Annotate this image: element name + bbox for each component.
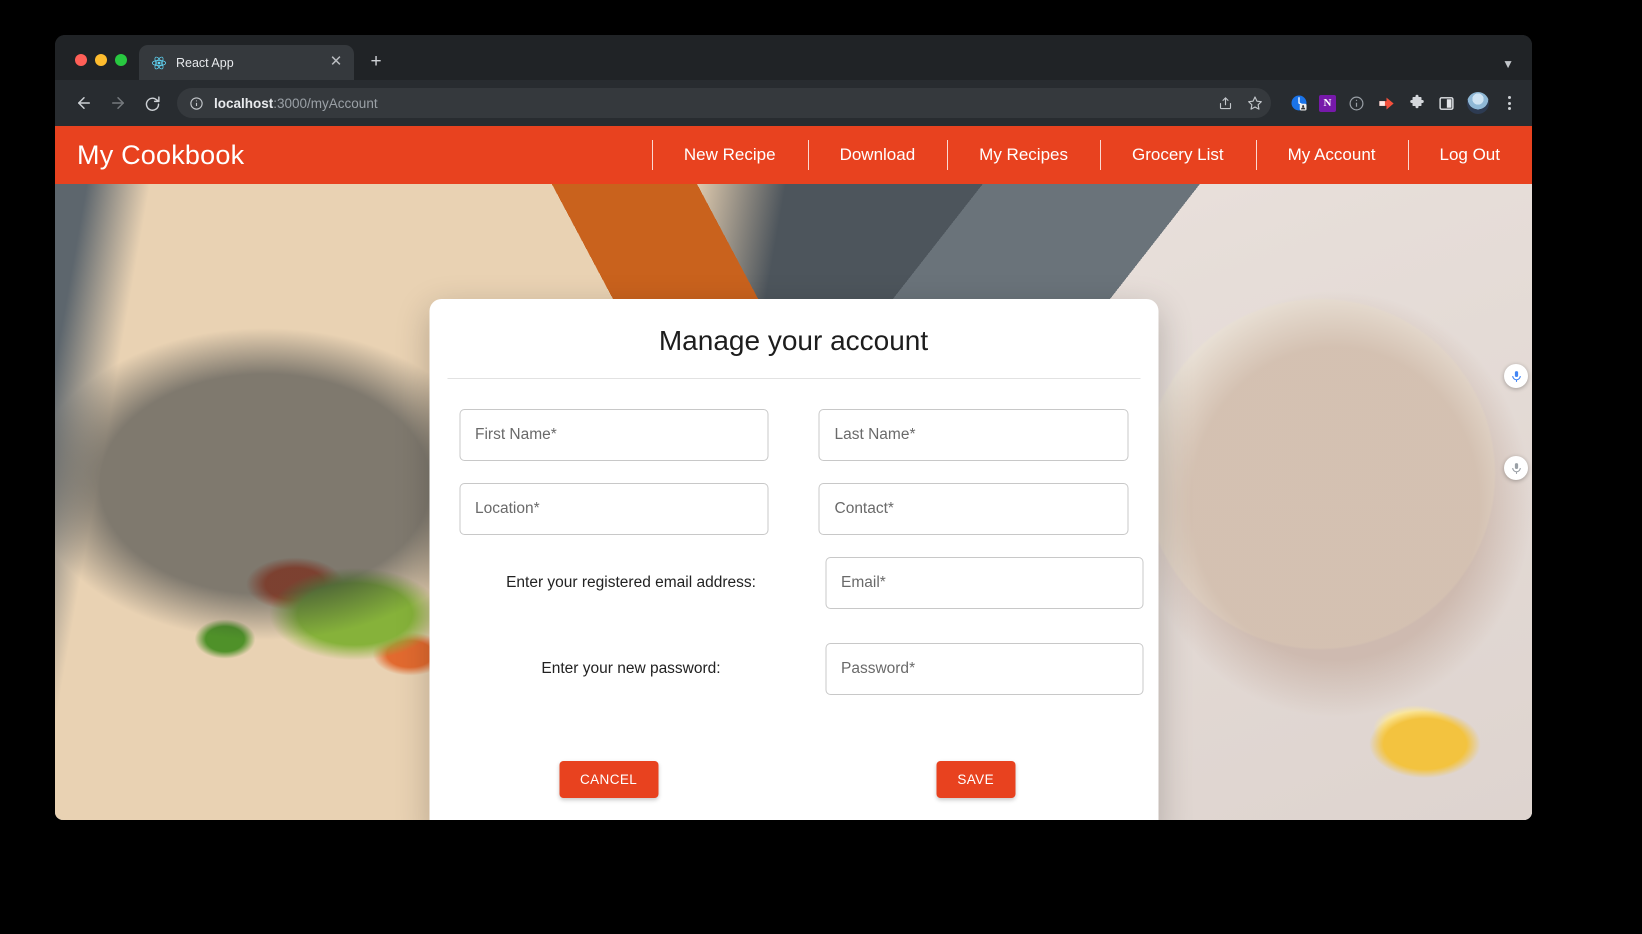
microphone-icon[interactable] (1504, 364, 1528, 388)
manage-account-card: Manage your account First Name* Last Nam… (429, 299, 1158, 820)
email-input[interactable]: Email* (825, 557, 1143, 609)
location-input[interactable]: Location* (459, 483, 769, 535)
last-name-input[interactable]: Last Name* (818, 409, 1128, 461)
nav-link-log-out[interactable]: Log Out (1408, 145, 1533, 165)
password-row: Enter your new password: Password* (459, 643, 1143, 695)
red-arrow-icon[interactable] (1377, 94, 1396, 113)
contact-placeholder: Contact* (834, 500, 894, 517)
contact-input[interactable]: Contact* (818, 483, 1128, 535)
url-path: :3000/myAccount (273, 95, 378, 111)
tab-strip: React App ✕ + ▼ (55, 35, 1532, 80)
save-button[interactable]: SAVE (936, 761, 1015, 798)
tab-title: React App (176, 55, 234, 70)
browser-toolbar: localhost:3000/myAccount N (55, 80, 1532, 126)
location-placeholder: Location* (475, 500, 540, 517)
url-host: localhost (214, 95, 274, 111)
page-viewport: My Cookbook New Recipe Download My Recip… (55, 126, 1532, 820)
email-label: Enter your registered email address: (506, 574, 756, 591)
email-row: Enter your registered email address: Ema… (459, 557, 1143, 609)
address-bar[interactable]: localhost:3000/myAccount (177, 88, 1271, 118)
cancel-button[interactable]: CANCEL (559, 761, 659, 798)
close-icon[interactable]: ✕ (328, 54, 344, 71)
react-logo-icon (151, 55, 167, 71)
info-circle-icon[interactable] (189, 96, 205, 111)
onenote-icon[interactable]: N (1319, 94, 1336, 112)
window-traffic-lights (55, 54, 139, 80)
nav-link-download[interactable]: Download (808, 145, 948, 165)
omnibox-actions (1218, 88, 1263, 118)
account-form: First Name* Last Name* Location* Contact… (429, 379, 1158, 695)
extension-blue-badge-icon[interactable] (1289, 94, 1308, 113)
password-label: Enter your new password: (541, 660, 721, 677)
page-title: Manage your account (658, 325, 929, 356)
new-tab-button[interactable]: + (362, 48, 390, 76)
last-name-placeholder: Last Name* (834, 426, 916, 443)
location-contact-row: Location* Contact* (459, 483, 1128, 535)
puzzle-piece-icon[interactable] (1407, 94, 1426, 113)
name-row: First Name* Last Name* (459, 409, 1128, 461)
nav-link-my-recipes[interactable]: My Recipes (947, 145, 1100, 165)
browser-tab[interactable]: React App ✕ (139, 45, 354, 80)
star-icon[interactable] (1247, 95, 1263, 111)
forward-button[interactable] (103, 88, 133, 118)
first-name-placeholder: First Name* (475, 426, 557, 443)
browser-window: React App ✕ + ▼ localhost:3000/myAccount (55, 35, 1532, 820)
close-window-button[interactable] (75, 54, 87, 66)
url-text: localhost:3000/myAccount (214, 96, 378, 111)
app-brand[interactable]: My Cookbook (77, 140, 244, 171)
app-navbar: My Cookbook New Recipe Download My Recip… (55, 126, 1532, 184)
share-icon[interactable] (1218, 96, 1233, 111)
email-placeholder: Email* (841, 574, 886, 591)
nav-link-new-recipe[interactable]: New Recipe (652, 145, 808, 165)
info-circle-icon[interactable] (1347, 94, 1366, 113)
extensions-tray: N (1275, 92, 1518, 114)
password-placeholder: Password* (841, 660, 916, 677)
card-actions: CANCEL SAVE (429, 715, 1158, 820)
password-input[interactable]: Password* (825, 643, 1143, 695)
chevron-down-icon[interactable]: ▼ (1502, 57, 1514, 71)
microphone-icon[interactable] (1504, 456, 1528, 480)
nav-links: New Recipe Download My Recipes Grocery L… (244, 145, 1532, 165)
profile-avatar[interactable] (1467, 92, 1489, 114)
nav-link-grocery-list[interactable]: Grocery List (1100, 145, 1256, 165)
first-name-input[interactable]: First Name* (459, 409, 769, 461)
kebab-menu-icon[interactable] (1500, 96, 1518, 110)
side-panel-icon[interactable] (1437, 94, 1456, 113)
minimize-window-button[interactable] (95, 54, 107, 66)
reload-button[interactable] (137, 88, 167, 118)
back-button[interactable] (69, 88, 99, 118)
maximize-window-button[interactable] (115, 54, 127, 66)
nav-link-my-account[interactable]: My Account (1256, 145, 1408, 165)
